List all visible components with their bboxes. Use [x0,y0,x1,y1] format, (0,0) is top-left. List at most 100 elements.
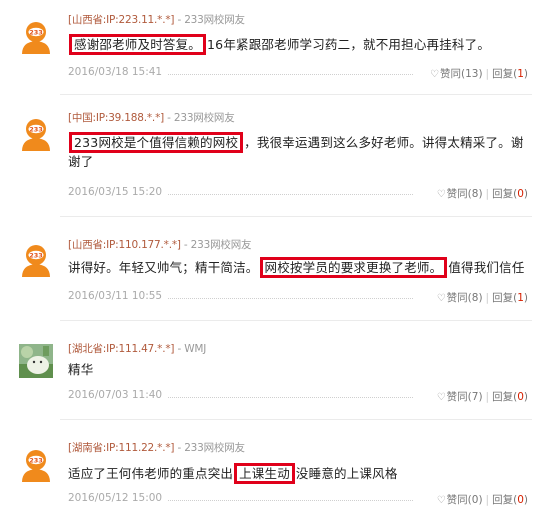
username[interactable]: 233网校网友 [191,239,252,251]
user-avatar[interactable]: 233 [19,243,53,277]
comment-date: 2016/07/03 11:40 [68,389,169,401]
dotted-leader [152,298,413,299]
dotted-leader [152,500,413,501]
like-icon[interactable]: ♡ [437,189,446,200]
comment-meta: [湖北省:IP:111.47.*.*] - WMJ [68,341,206,356]
ip-location: [山西省:IP:223.11.*.*] [68,14,175,26]
meta-separator: - [174,343,185,355]
avatar-badge-text: 233 [29,125,43,133]
dotted-leader [152,74,413,75]
comment-text: 适应了王何伟老师的重点突出 上课生动 没睡意的上课风格 [68,463,533,484]
username[interactable]: 233网校网友 [184,442,245,454]
reply-label[interactable]: 回复( [492,494,517,506]
comment-text: 233网校是个值得信赖的网校 ，我很幸运遇到这么多好老师。讲得太精采了。谢谢了 [68,132,533,171]
highlighted-phrase: 感谢邵老师及时答复。 [69,34,207,55]
meta-separator: - [174,442,185,454]
comment-text-post: 值得我们信任 [448,260,525,275]
avatar-badge-text: 233 [29,456,43,464]
action-separator: | [485,292,490,304]
ip-location: [湖南省:IP:111.22.*.*] [68,442,175,454]
comment-meta: [中国:IP:39.188.*.*] - 233网校网友 [68,110,235,125]
action-separator: | [485,188,490,200]
meta-separator: - [174,14,185,26]
reply-close[interactable]: ) [524,391,528,403]
comment-meta: [山西省:IP:223.11.*.*] - 233网校网友 [68,12,245,27]
ip-location: [山西省:IP:110.177.*.*] [68,239,181,251]
reply-label[interactable]: 回复( [492,68,517,80]
reply-label[interactable]: 回复( [492,391,517,403]
comment-actions: ♡赞同(8) | 回复(1) [432,290,528,305]
like-button[interactable]: 赞同(8) [447,188,483,200]
like-icon[interactable]: ♡ [437,293,446,304]
highlighted-phrase: 网校按学员的要求更换了老师。 [259,257,448,278]
comment-footer: 2016/03/15 15:20 ♡赞同(8) | 回复(0) [68,186,528,202]
reply-button[interactable]: 回复(0) [492,188,528,200]
reply-label[interactable]: 回复( [492,292,517,304]
user-avatar[interactable]: 233 [19,20,53,54]
user-avatar[interactable] [19,344,53,378]
comment-divider [60,216,532,217]
reply-label[interactable]: 回复( [492,188,517,200]
username[interactable]: 233网校网友 [174,112,235,124]
user-avatar[interactable]: 233 [19,117,53,151]
reply-count[interactable]: 0 [517,494,524,506]
comment-meta: [山西省:IP:110.177.*.*] - 233网校网友 [68,237,252,252]
highlighted-phrase: 233网校是个值得信赖的网校 [69,132,244,153]
meta-separator: - [180,239,191,251]
comment-text-post: 16年紧跟邵老师学习药二，就不用担心再挂科了。 [207,37,491,52]
like-icon[interactable]: ♡ [437,495,446,506]
comment-text: 感谢邵老师及时答复。 16年紧跟邵老师学习药二，就不用担心再挂科了。 [68,34,533,55]
like-button[interactable]: 赞同(7) [447,391,483,403]
comment-text: 精华 [68,360,533,379]
reply-close[interactable]: ) [524,188,528,200]
like-button[interactable]: 赞同(0) [447,494,483,506]
comment-actions: ♡赞同(7) | 回复(0) [432,389,528,404]
username[interactable]: 233网校网友 [184,14,245,26]
comment-meta: [湖南省:IP:111.22.*.*] - 233网校网友 [68,440,245,455]
comment-text-pre: 讲得好。年轻又帅气；精干简洁。 [68,260,259,275]
comment-date: 2016/03/18 15:41 [68,66,169,78]
highlighted-phrase: 上课生动 [234,463,295,484]
reply-count[interactable]: 0 [517,391,524,403]
like-button[interactable]: 赞同(13) [440,68,483,80]
comment-text-post: 没睡意的上课风格 [295,466,398,481]
comment-footer: 2016/05/12 15:00 ♡赞同(0) | 回复(0) [68,492,528,508]
ip-location: [中国:IP:39.188.*.*] [68,112,165,124]
ip-location: [湖北省:IP:111.47.*.*] [68,343,175,355]
comment-actions: ♡赞同(13) | 回复(1) [426,66,528,81]
avatar-badge-text: 233 [29,251,43,259]
user-avatar[interactable]: 233 [19,448,53,482]
comment-divider [60,320,532,321]
reply-close[interactable]: ) [524,494,528,506]
reply-button[interactable]: 回复(1) [492,292,528,304]
like-icon[interactable]: ♡ [430,69,439,80]
action-separator: | [485,494,490,506]
comment-footer: 2016/07/03 11:40 ♡赞同(7) | 回复(0) [68,389,528,405]
reply-button[interactable]: 回复(0) [492,494,528,506]
comment-footer: 2016/03/18 15:41 ♡赞同(13) | 回复(1) [68,66,528,82]
reply-count[interactable]: 1 [517,68,524,80]
action-separator: | [485,68,490,80]
comment-text-pre: 精华 [68,362,94,377]
like-icon[interactable]: ♡ [437,392,446,403]
comment-date: 2016/03/15 15:20 [68,186,169,198]
reply-close[interactable]: ) [524,292,528,304]
comment-divider [60,419,532,420]
avatar-badge-text: 233 [29,28,43,36]
comment-actions: ♡赞同(8) | 回复(0) [432,186,528,201]
reply-count[interactable]: 1 [517,292,524,304]
comment-actions: ♡赞同(0) | 回复(0) [432,492,528,507]
dotted-leader [152,397,413,398]
meta-separator: - [164,112,174,124]
reply-button[interactable]: 回复(0) [492,391,528,403]
username[interactable]: WMJ [184,343,206,355]
reply-close[interactable]: ) [524,68,528,80]
action-separator: | [485,391,490,403]
like-button[interactable]: 赞同(8) [447,292,483,304]
comment-text: 讲得好。年轻又帅气；精干简洁。 网校按学员的要求更换了老师。 值得我们信任 [68,257,533,278]
comment-text-pre: 适应了王何伟老师的重点突出 [68,466,234,481]
reply-button[interactable]: 回复(1) [492,68,528,80]
comment-footer: 2016/03/11 10:55 ♡赞同(8) | 回复(1) [68,290,528,306]
reply-count[interactable]: 0 [517,188,524,200]
comment-divider [60,94,532,95]
